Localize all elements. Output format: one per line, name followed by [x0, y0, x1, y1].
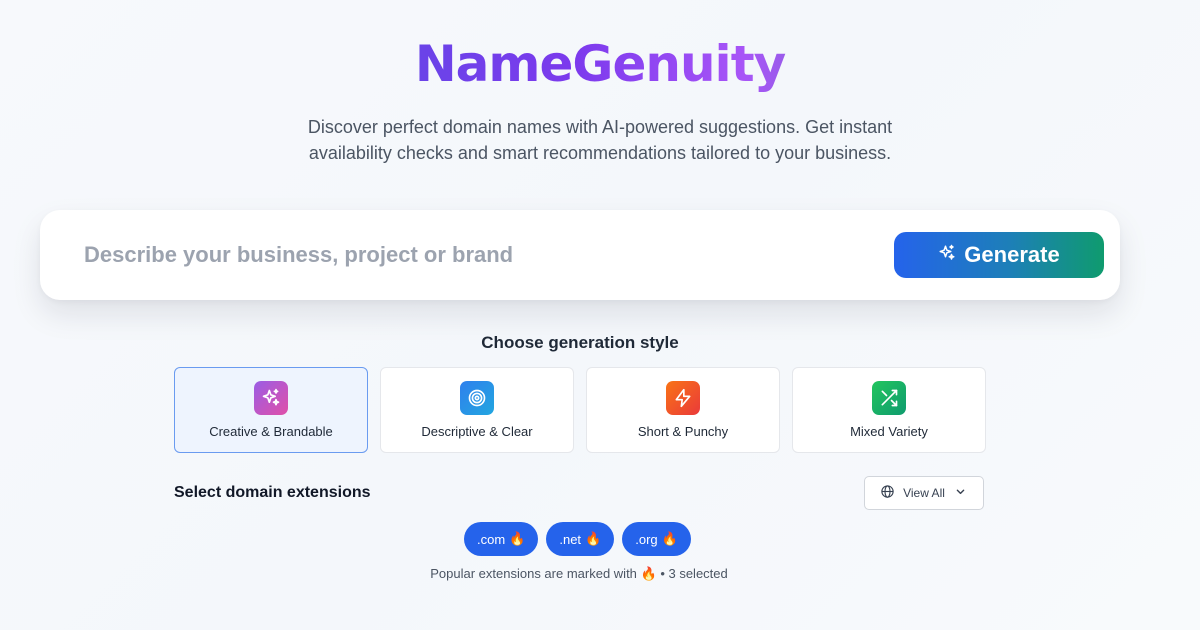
sparkles-icon — [254, 381, 288, 415]
search-card: Generate — [40, 210, 1120, 300]
view-all-label: View All — [903, 486, 945, 500]
style-option-mixed[interactable]: Mixed Variety — [792, 367, 986, 453]
style-option-short[interactable]: Short & Punchy — [586, 367, 780, 453]
extensions-note: Popular extensions are marked with 🔥 • 3… — [430, 566, 728, 581]
subtitle-line-1: Discover perfect domain names with AI-po… — [307, 117, 893, 137]
extension-label: .com — [477, 531, 506, 547]
fire-icon: 🔥 — [509, 531, 526, 546]
sparkles-icon — [938, 242, 956, 268]
style-option-creative[interactable]: Creative & Brandable — [174, 367, 368, 453]
business-description-input[interactable] — [84, 238, 844, 272]
chevron-down-icon — [953, 484, 968, 502]
extension-chips: .com 🔥 .net 🔥 .org 🔥 — [464, 522, 691, 556]
style-option-label: Descriptive & Clear — [421, 424, 533, 439]
globe-icon — [880, 484, 895, 502]
style-option-label: Mixed Variety — [850, 424, 928, 439]
shuffle-icon — [872, 381, 906, 415]
fire-icon: 🔥 — [585, 531, 602, 546]
generate-button[interactable]: Generate — [894, 232, 1104, 278]
extension-chip-org[interactable]: .org 🔥 — [622, 522, 691, 556]
style-option-descriptive[interactable]: Descriptive & Clear — [380, 367, 574, 453]
fire-icon: 🔥 — [661, 531, 678, 546]
page: NameGenuity Discover perfect domain name… — [0, 0, 1200, 630]
brand-logo: NameGenuity — [0, 34, 1200, 94]
extension-chip-com[interactable]: .com 🔥 — [464, 522, 539, 556]
style-option-label: Short & Punchy — [637, 424, 729, 439]
extension-label: .org — [635, 531, 658, 547]
lightning-icon — [666, 381, 700, 415]
extension-label: .net — [559, 531, 582, 547]
extension-chip-net[interactable]: .net 🔥 — [546, 522, 615, 556]
target-icon — [460, 381, 494, 415]
generate-label: Generate — [964, 242, 1060, 267]
domain-extensions-heading: Select domain extensions — [174, 484, 371, 501]
hero-subtitle: Discover perfect domain names with AI-po… — [250, 114, 950, 166]
generation-style-heading: Choose generation style — [481, 333, 679, 352]
subtitle-line-2: availability checks and smart recommenda… — [308, 143, 892, 163]
style-option-label: Creative & Brandable — [209, 424, 333, 439]
style-options: Creative & Brandable Descriptive & Clear… — [174, 367, 986, 453]
view-all-extensions-button[interactable]: View All — [864, 476, 984, 510]
